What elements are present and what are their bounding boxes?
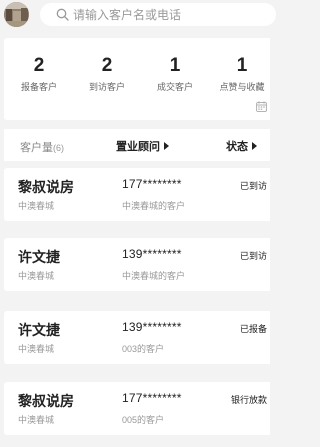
customer-count: 客户量(6): [20, 139, 64, 155]
adviser-filter[interactable]: 置业顾问: [116, 138, 169, 154]
customer-phone: 177********: [122, 177, 182, 191]
customer-source: 005的客户: [122, 415, 165, 425]
stat-likes[interactable]: 1 点赞与收藏: [209, 38, 275, 93]
top-bar: [0, 0, 276, 30]
triangle-right-icon: [252, 142, 257, 150]
stat-label: 报备客户: [20, 82, 57, 92]
avatar-image: [4, 2, 29, 27]
stat-value: 1: [169, 55, 181, 76]
customer-name: 许文捷: [18, 322, 60, 338]
customer-status: 已到访: [239, 251, 267, 261]
customer-phone: 139********: [122, 247, 182, 261]
triangle-right-icon: [164, 142, 169, 150]
customer-name: 黎叔说房: [18, 179, 74, 195]
stat-value: 2: [33, 55, 45, 76]
customer-count-value: (6): [53, 143, 64, 153]
customer-card[interactable]: 黎叔说房 177******** 已到访 中澳春城 中澳春城的客户: [4, 168, 270, 221]
customer-card[interactable]: 许文捷 139******** 已报备 中澳春城 003的客户: [4, 311, 270, 364]
customer-source: 003的客户: [122, 344, 165, 354]
stat-label: 成交客户: [156, 82, 193, 92]
customer-phone: 139********: [122, 320, 182, 334]
search-bar[interactable]: [40, 3, 276, 26]
customer-count-label: 客户量: [20, 142, 53, 154]
calendar-icon[interactable]: [256, 101, 267, 112]
customer-source: 中澳春城的客户: [122, 201, 186, 211]
customer-project: 中澳春城: [18, 344, 55, 354]
stat-reported[interactable]: 2 报备客户: [6, 38, 72, 93]
customer-name: 黎叔说房: [18, 393, 74, 409]
stat-label: 点赞与收藏: [219, 82, 265, 92]
customer-source: 中澳春城的客户: [122, 271, 186, 281]
search-icon: [56, 8, 69, 21]
customer-status: 银行放款: [230, 395, 267, 405]
status-filter-label: 状态: [226, 141, 248, 153]
filter-bar: 客户量(6) 置业顾问 状态: [4, 129, 270, 161]
customer-status: 已到访: [239, 181, 267, 191]
stat-closed[interactable]: 1 成交客户: [142, 38, 208, 93]
avatar[interactable]: [4, 2, 29, 27]
stats-panel: 2 报备客户 2 到访客户 1 成交客户 1 点赞与收藏: [4, 38, 270, 120]
adviser-filter-label: 置业顾问: [116, 141, 160, 153]
stat-value: 1: [236, 55, 248, 76]
customer-project: 中澳春城: [18, 415, 55, 425]
stat-visited[interactable]: 2 到访客户: [74, 38, 140, 93]
customer-project: 中澳春城: [18, 201, 55, 211]
stat-label: 到访客户: [88, 82, 125, 92]
customer-card[interactable]: 许文捷 139******** 已到访 中澳春城 中澳春城的客户: [4, 238, 270, 291]
customer-name: 许文捷: [18, 249, 60, 265]
customer-project: 中澳春城: [18, 271, 55, 281]
stat-value: 2: [101, 55, 113, 76]
status-filter[interactable]: 状态: [226, 138, 257, 154]
customer-card[interactable]: 黎叔说房 177******** 银行放款 中澳春城 005的客户: [4, 382, 270, 435]
search-input[interactable]: [73, 3, 263, 26]
customer-status: 已报备: [239, 324, 267, 334]
customer-phone: 177********: [122, 391, 182, 405]
